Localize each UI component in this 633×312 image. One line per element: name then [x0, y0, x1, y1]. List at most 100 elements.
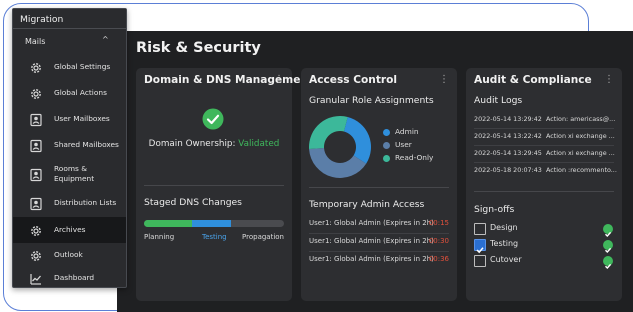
stage-propagation: Propagation — [242, 233, 284, 241]
audit-log-action: Action xi exchange ... — [546, 132, 615, 140]
shared-mailbox-icon — [29, 138, 43, 153]
signoff-label: Design — [490, 223, 518, 232]
dns-card-title: Domain & DNS Management — [144, 74, 314, 86]
sidebar-item-label: Global Settings — [54, 62, 111, 71]
legend-label: Admin — [395, 127, 419, 136]
temp-admin-label: User1: Global Admin (Expires in 2h) — [309, 255, 434, 263]
audit-log-date: 2022-05-18 20:07:43 — [474, 166, 542, 174]
signoff-checkbox[interactable] — [474, 223, 486, 235]
sidebar-item-label: Distribution Lists — [54, 198, 117, 207]
signoff-item: Design — [466, 223, 622, 238]
donut-slice-admin — [343, 116, 371, 164]
stage-testing: Testing — [202, 233, 227, 241]
divider — [144, 185, 284, 186]
audit-log-row[interactable]: 2022-05-14 13:29:45 Action xi exchange ..… — [474, 149, 618, 161]
temp-admin-timer: 00:36 — [428, 255, 449, 263]
sidebar-item-global-settings[interactable]: Global Settings — [13, 55, 126, 79]
row-divider — [474, 145, 614, 146]
approved-check-icon — [603, 224, 613, 238]
sidebar-item-shared-mailboxes[interactable]: Shared Mailboxes — [13, 133, 126, 157]
gear-icon — [29, 86, 43, 100]
signoff-item: Testing — [466, 239, 622, 254]
sidebar-item-rooms-equipment[interactable]: Rooms & Equipment — [13, 159, 126, 189]
temp-admin-title: Temporary Admin Access — [309, 199, 425, 210]
sidebar-item-archives[interactable]: Archives — [13, 217, 126, 243]
donut-slice-read-only — [309, 116, 348, 149]
sidebar-header: Migration — [13, 9, 126, 29]
temp-admin-row: User1: Global Admin (Expires in 2h) 00:15 — [309, 219, 449, 231]
audit-log-date: 2022-05-14 13:29:42 — [474, 115, 542, 123]
role-donut-chart — [309, 116, 371, 178]
more-options-icon[interactable]: ⋮ — [439, 74, 449, 85]
sidebar-item-label: Rooms & Equipment — [54, 164, 95, 183]
divider — [309, 187, 449, 188]
sidebar-item-outlook[interactable]: Outlook — [13, 243, 126, 267]
temp-admin-row: User1: Global Admin (Expires in 2h) 00:30 — [309, 237, 449, 249]
validated-check-icon — [202, 108, 224, 130]
approved-check-icon — [603, 240, 613, 254]
gear-icon — [29, 60, 43, 74]
sidebar-item-label: Global Actions — [54, 88, 107, 97]
user-mailbox-icon — [29, 112, 43, 127]
divider — [474, 191, 614, 192]
stage-planning: Planning — [144, 233, 175, 241]
mails-section-label: Mails — [25, 37, 46, 46]
audit-log-date: 2022-05-14 13:29:45 — [474, 149, 542, 157]
sidebar-item-label: Archives — [54, 225, 86, 234]
rooms-icon — [29, 167, 43, 182]
sidebar-item-distribution-lists[interactable]: Distribution Lists — [13, 191, 126, 215]
legend-label: Read-Only — [395, 153, 434, 162]
more-options-icon[interactable]: ⋮ — [604, 74, 614, 85]
chevron-up-icon[interactable]: ^ — [102, 35, 109, 44]
row-divider — [309, 233, 449, 234]
domain-ownership-status: Domain Ownership: Validated — [136, 139, 292, 149]
temp-admin-label: User1: Global Admin (Expires in 2h) — [309, 237, 434, 245]
signoff-checkbox[interactable] — [474, 255, 486, 267]
migration-sidebar: Migration Mails ^ Global Settings Global … — [12, 8, 127, 288]
audit-log-date: 2022-05-14 13:22:42 — [474, 132, 542, 140]
audit-logs-title: Audit Logs — [474, 95, 523, 106]
progress-fill-active — [192, 220, 231, 227]
audit-card: Audit & Compliance ⋮ Audit Logs 2022-05-… — [466, 68, 622, 301]
signoff-label: Cutover — [490, 255, 522, 264]
sidebar-item-label: User Mailboxes — [54, 114, 110, 123]
more-options-icon[interactable]: ⋮ — [274, 74, 284, 85]
page-title: Risk & Security — [136, 40, 261, 56]
gear-icon — [29, 248, 43, 262]
audit-log-action: Action xi exchange ... — [546, 149, 615, 157]
dashboard-icon — [29, 271, 43, 285]
sidebar-item-user-mailboxes[interactable]: User Mailboxes — [13, 107, 126, 131]
legend-label: User — [395, 140, 412, 149]
approved-check-icon — [603, 256, 613, 270]
audit-log-action: Action :recommento... — [546, 166, 617, 174]
audit-log-row[interactable]: 2022-05-14 13:22:42 Action xi exchange ..… — [474, 132, 618, 144]
audit-log-row[interactable]: 2022-05-14 13:29:42 Action: americass@... — [474, 115, 618, 127]
row-divider — [474, 128, 614, 129]
dns-progress-bar — [144, 220, 284, 227]
temp-admin-label: User1: Global Admin (Expires in 2h) — [309, 219, 434, 227]
checkmark-icon — [476, 247, 484, 254]
sidebar-item-label: Outlook — [54, 250, 83, 259]
signoff-label: Testing — [490, 239, 519, 248]
signoff-checkbox[interactable] — [474, 239, 486, 254]
gear-icon — [29, 223, 43, 237]
dns-card: Domain & DNS Management ⋮ Domain Ownersh… — [136, 68, 313, 301]
signoff-item: Cutover — [466, 255, 622, 270]
row-divider — [309, 251, 449, 252]
access-card-title: Access Control — [309, 74, 398, 86]
roles-title: Granular Role Assignments — [309, 95, 434, 106]
sidebar-item-label: Dashboard — [54, 273, 95, 282]
staged-dns-title: Staged DNS Changes — [144, 197, 242, 208]
temp-admin-timer: 00:30 — [428, 237, 449, 245]
sidebar-item-global-actions[interactable]: Global Actions — [13, 81, 126, 105]
signoffs-title: Sign-offs — [474, 204, 515, 215]
audit-log-row[interactable]: 2022-05-18 20:07:43 Action :recommento... — [474, 166, 618, 178]
progress-fill-complete — [144, 220, 192, 227]
row-divider — [474, 162, 614, 163]
distribution-list-icon — [29, 196, 43, 211]
temp-admin-row: User1: Global Admin (Expires in 2h) 00:36 — [309, 255, 449, 267]
audit-log-action: Action: americass@... — [546, 115, 616, 123]
sidebar-item-dashboard[interactable]: Dashboard — [13, 269, 126, 287]
access-control-card: Access Control ⋮ Granular Role Assignmen… — [301, 68, 457, 301]
legend-dot — [383, 142, 390, 149]
